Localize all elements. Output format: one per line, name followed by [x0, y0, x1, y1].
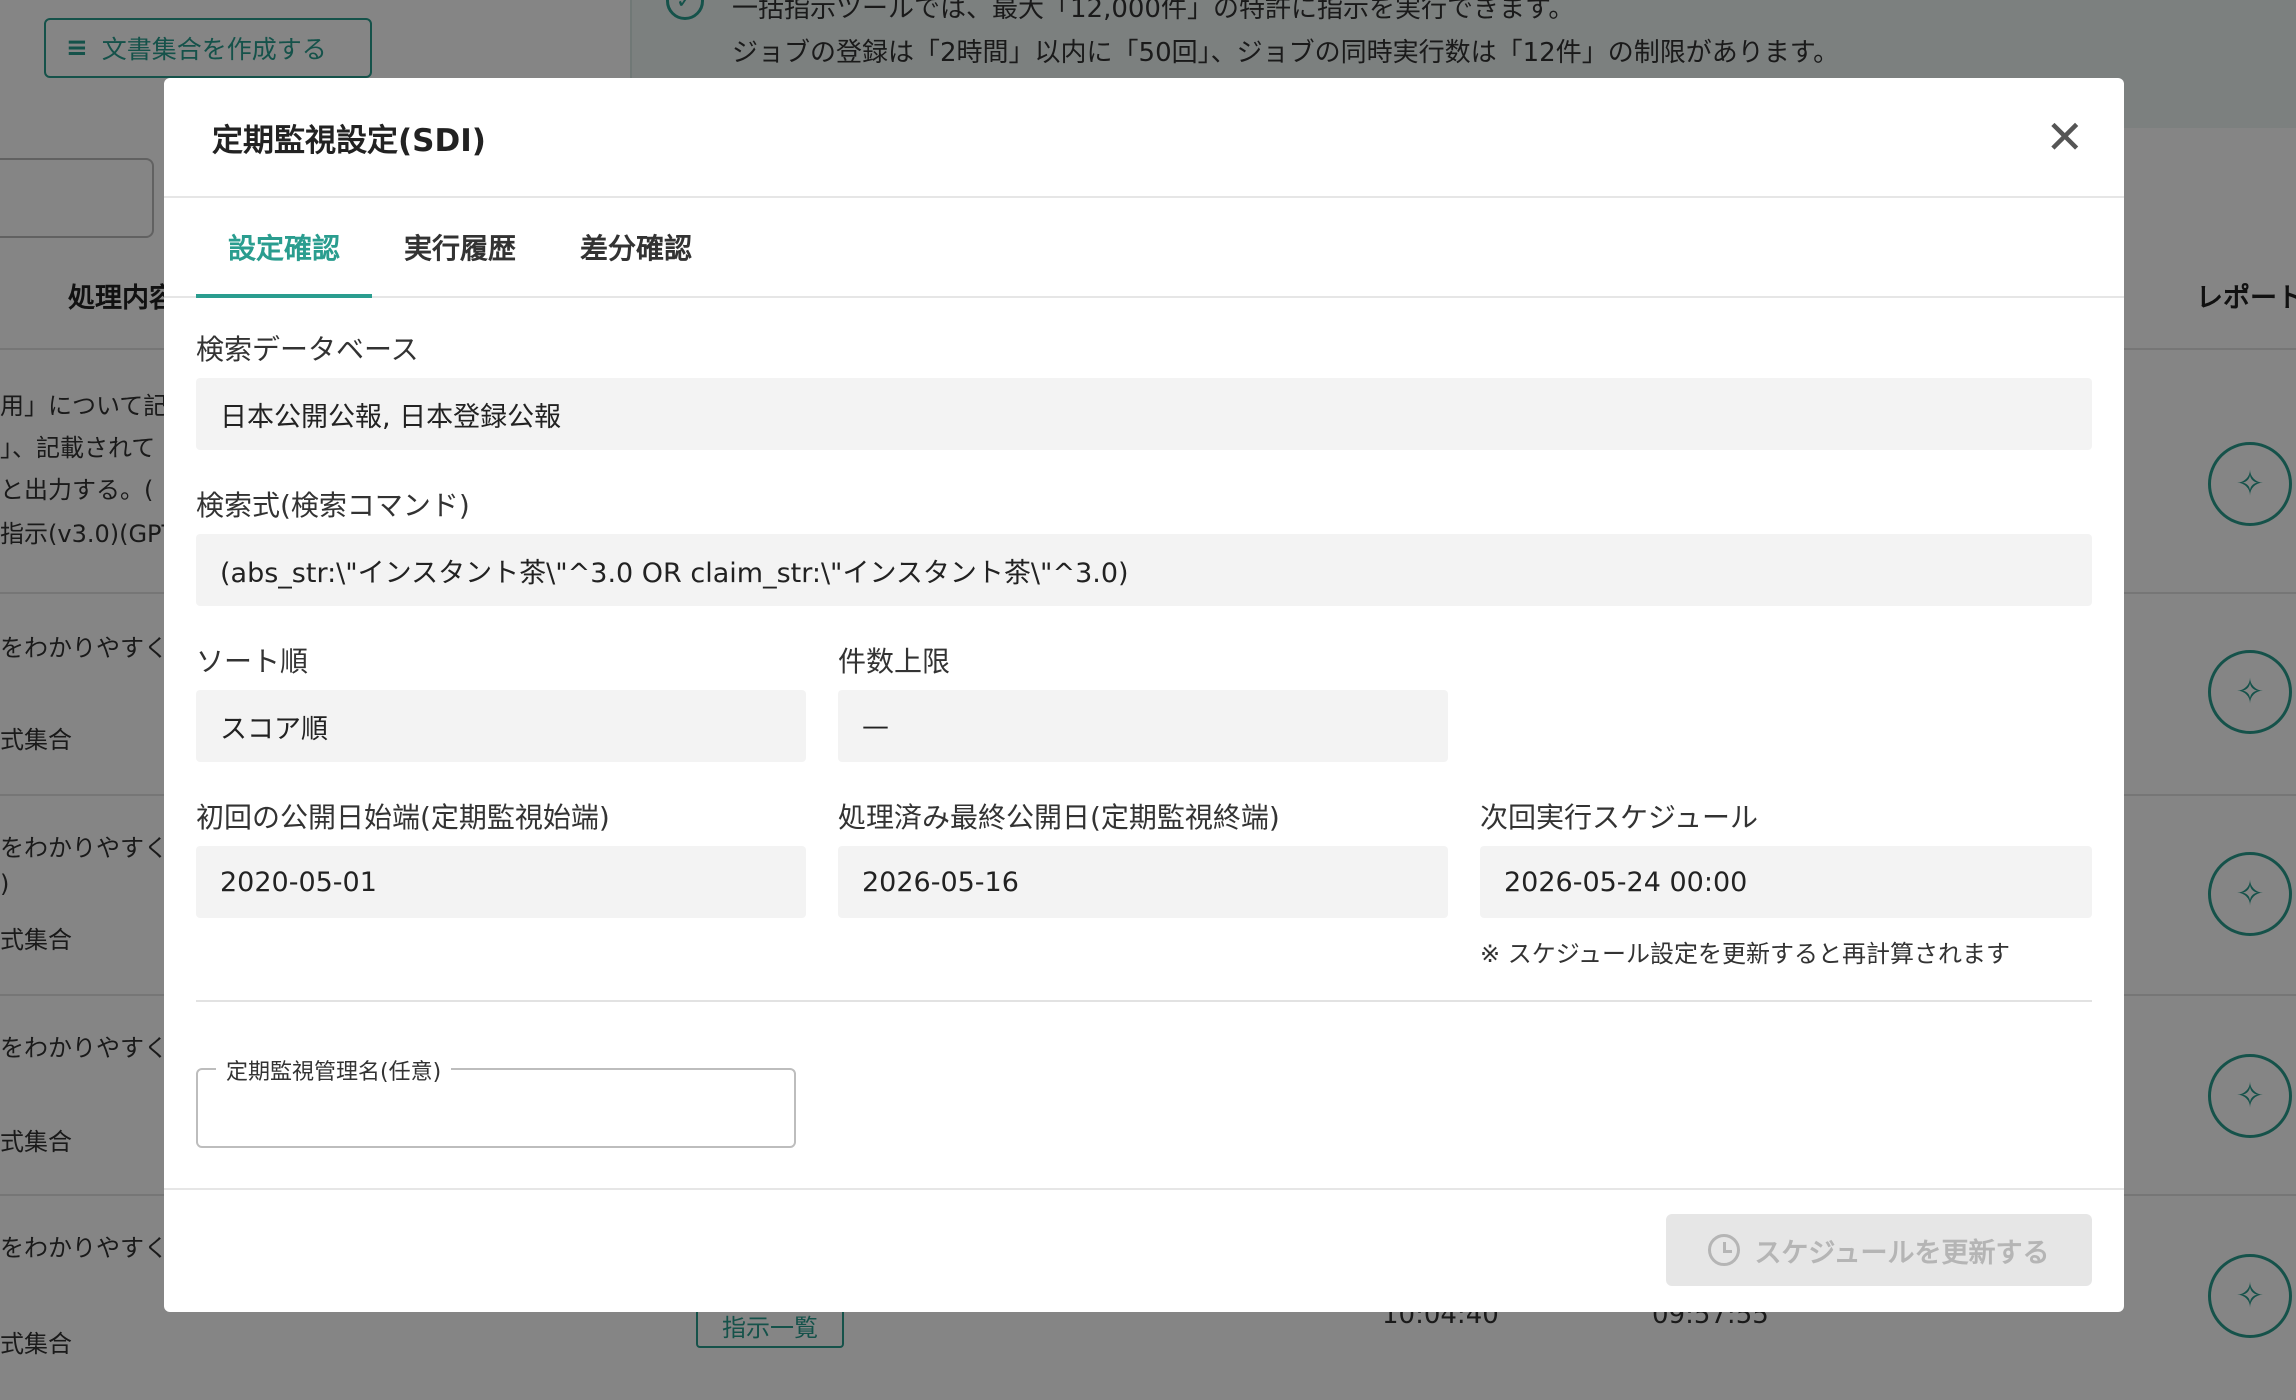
close-icon[interactable]: ✕	[2045, 114, 2084, 160]
start-date-value: 2020-05-01	[196, 846, 806, 918]
end-date-label: 処理済み最終公開日(定期監視終端)	[838, 801, 1280, 834]
sdi-settings-modal: 定期監視設定(SDI) ✕ 設定確認 実行履歴 差分確認 検索データベース 日本…	[164, 78, 2124, 1312]
monitor-name-field[interactable]: 定期監視管理名(任意)	[196, 1054, 796, 1148]
limit-label: 件数上限	[838, 645, 951, 678]
database-label: 検索データベース	[196, 333, 419, 366]
modal-footer: スケジュールを更新する	[164, 1188, 2124, 1312]
update-schedule-label: スケジュールを更新する	[1754, 1237, 2050, 1269]
tab-diff-confirm[interactable]: 差分確認	[548, 198, 724, 296]
modal-title: 定期監視設定(SDI)	[212, 122, 486, 159]
tab-settings-confirm[interactable]: 設定確認	[196, 198, 373, 298]
database-value: 日本公開公報, 日本登録公報	[196, 378, 2092, 450]
update-schedule-button[interactable]: スケジュールを更新する	[1666, 1214, 2092, 1286]
sort-label: ソート順	[196, 645, 309, 678]
query-label: 検索式(検索コマンド)	[196, 489, 470, 522]
limit-value: —	[838, 690, 1448, 762]
alarm-clock-icon	[1708, 1234, 1741, 1266]
start-date-label: 初回の公開日始端(定期監視始端)	[196, 801, 610, 834]
next-schedule-label: 次回実行スケジュール	[1480, 801, 1759, 834]
modal-header: 定期監視設定(SDI) ✕	[164, 78, 2124, 198]
sort-value: スコア順	[196, 690, 806, 762]
end-date-value: 2026-05-16	[838, 846, 1448, 918]
monitor-name-input[interactable]	[202, 1074, 790, 1142]
query-value: (abs_str:\"インスタント茶\"^3.0 OR claim_str:\"…	[196, 534, 2092, 606]
next-schedule-value: 2026-05-24 00:00	[1480, 846, 2092, 918]
schedule-note: ※ スケジュール設定を更新すると再計算されます	[1480, 940, 2011, 968]
section-divider	[196, 1000, 2092, 1002]
tab-execution-history[interactable]: 実行履歴	[372, 198, 548, 296]
modal-tabs: 設定確認 実行履歴 差分確認	[164, 198, 2124, 298]
